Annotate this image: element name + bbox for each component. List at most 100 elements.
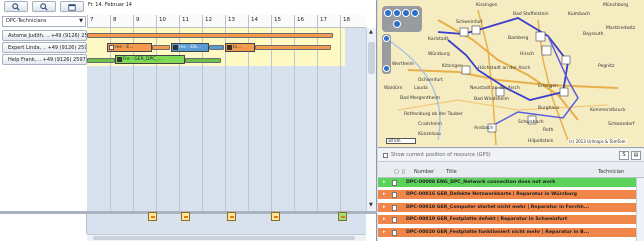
- map-place-label: Schwandorf: [608, 122, 635, 127]
- scrollbar-thumb[interactable]: [368, 42, 375, 74]
- job-icon[interactable]: [338, 212, 347, 221]
- map-place-label: Schweinfurt: [456, 20, 483, 25]
- horizontal-scrollbar[interactable]: [87, 234, 366, 241]
- map-place-label: Neustadt an der Aisch: [470, 86, 520, 91]
- hour-label: 18: [340, 15, 366, 28]
- schedule-grid[interactable]: res - E... res - EN... In... Fre - GER_D…: [87, 28, 366, 211]
- task-label: res - EN...: [179, 45, 201, 50]
- job-row[interactable]: ▸ DPC-00016 GER_Defekte Netzwerkkarte | R…: [378, 190, 644, 201]
- map-place-label: Lauda: [414, 86, 428, 91]
- hour-label: 16: [294, 15, 317, 28]
- resource-row[interactable]: Help Frank, .. +49 (9126) 25979: [2, 54, 87, 65]
- job-title: DPC-00008 ENG_DPC_Network connection doe…: [406, 180, 556, 185]
- availability-bar[interactable]: [87, 58, 115, 63]
- grid-line: [202, 28, 203, 211]
- task-block[interactable]: res - EN...: [171, 43, 209, 52]
- map-place-label: Hilpoltstein: [528, 139, 554, 144]
- document-icon: [392, 180, 397, 186]
- gps-checkbox[interactable]: [383, 153, 388, 158]
- column-number[interactable]: Number: [414, 169, 434, 175]
- task-block[interactable]: In...: [225, 43, 255, 52]
- zoom-out-icon: [40, 2, 48, 11]
- map-place-label: Kulmbach: [568, 12, 591, 17]
- map-pan-controls: [382, 6, 422, 32]
- map-place-label: Burghaus: [538, 106, 560, 111]
- document-icon: [392, 229, 397, 236]
- job-icon[interactable]: [271, 212, 280, 221]
- pan-up-icon[interactable]: [393, 9, 401, 17]
- map-place-label: Crailsheim: [418, 122, 442, 127]
- task-icon: [117, 57, 122, 62]
- document-icon: [392, 217, 397, 224]
- job-row[interactable]: ▸ DPC-00019 GER_Festplatte defekt | Repar…: [378, 215, 644, 226]
- task-icon: [109, 45, 114, 50]
- map-copyright: (c) 2013 Urlmaps & TomTom: [568, 139, 627, 144]
- timeline-header: 7 8 9 10 11 12 13 14 15 16 17 18: [87, 15, 366, 28]
- pan-left-icon[interactable]: [384, 9, 392, 17]
- zoom-in-button[interactable]: [4, 1, 28, 12]
- scrollbar-thumb[interactable]: [93, 236, 355, 240]
- document-icon: [392, 204, 397, 211]
- job-icon[interactable]: [148, 212, 157, 221]
- hour-label: 8: [110, 15, 133, 28]
- map-options-icon[interactable]: ▤: [631, 151, 641, 160]
- job-title: DPC-00020 GER_Festplatte funktioniert ni…: [406, 229, 590, 235]
- column-technician[interactable]: Technician: [598, 169, 624, 175]
- map-place-label: Hirsch: [520, 52, 535, 57]
- hour-label: 15: [271, 15, 294, 28]
- resource-row[interactable]: Expert Linda, .. +49 (9126) 2597: [2, 42, 87, 53]
- search-icon[interactable]: S: [619, 151, 629, 160]
- attachment-icon: ▯: [402, 169, 405, 175]
- job-icon[interactable]: [227, 212, 236, 221]
- expand-icon[interactable]: ▸: [383, 203, 386, 212]
- expand-icon[interactable]: ▸: [383, 228, 386, 237]
- resource-group-select[interactable]: DPC-Technicians ▼: [2, 16, 86, 27]
- task-block[interactable]: Fre - GER_DPC_...: [115, 55, 185, 64]
- center-map-icon[interactable]: [393, 20, 401, 28]
- availability-bar[interactable]: [255, 45, 331, 50]
- scroll-up-icon[interactable]: ▲: [369, 29, 373, 35]
- pan-right-icon[interactable]: [402, 9, 410, 17]
- map-place-label: Bad Windsheim: [474, 97, 510, 102]
- map-place-label: Ansbach: [474, 126, 494, 131]
- map-place-label: Würzburg: [428, 52, 450, 57]
- current-date-label: Fr. 14. Februar 14: [88, 2, 132, 8]
- job-row[interactable]: ▸ DPC-00020 GER_Festplatte funktioniert n…: [378, 227, 644, 238]
- expand-icon[interactable]: ▸: [383, 215, 386, 224]
- expand-icon[interactable]: ▸: [383, 178, 386, 187]
- map-view[interactable]: Kissingen Münchberg Bad Staffelstein Kul…: [378, 0, 644, 148]
- job-row[interactable]: ▸ DPC-00008 ENG_DPC_Network connection do…: [378, 178, 644, 188]
- map-place-label: Bayreuth: [583, 32, 604, 37]
- resource-row[interactable]: Astome Judith, .. +49 (9126) 259: [2, 30, 87, 41]
- vertical-scrollbar[interactable]: ▲ ▼: [366, 28, 376, 211]
- job-list: ▢ ▯ Number Title Technician ▸ DPC-00008 E…: [378, 166, 644, 241]
- availability-bar[interactable]: [185, 58, 221, 63]
- travel-bar[interactable]: [152, 45, 170, 50]
- resource-group-value: DPC-Technicians: [6, 18, 47, 24]
- job-icon[interactable]: [181, 212, 190, 221]
- calendar-button[interactable]: [60, 1, 84, 12]
- map-zoom-out-icon[interactable]: [383, 65, 390, 72]
- availability-bar[interactable]: [87, 33, 333, 38]
- travel-bar[interactable]: [209, 45, 224, 50]
- pan-down-icon[interactable]: [411, 9, 419, 17]
- zoom-in-icon: [12, 2, 20, 11]
- job-list-scrollbar[interactable]: [636, 178, 644, 241]
- grid-line: [317, 28, 318, 211]
- scroll-down-icon[interactable]: ▼: [369, 202, 373, 208]
- map-place-label: Waldürn: [384, 86, 403, 91]
- expand-icon[interactable]: ▸: [383, 190, 386, 199]
- task-icon: [227, 45, 232, 50]
- map-zoom-in-icon[interactable]: [383, 35, 390, 42]
- unassigned-label-area: [0, 214, 87, 234]
- zoom-out-button[interactable]: [32, 1, 56, 12]
- unassigned-jobs-grid[interactable]: [87, 212, 366, 234]
- job-row[interactable]: ▸ DPC-00018 GER_Computer startet nicht me…: [378, 202, 644, 213]
- map-zoom-slider[interactable]: [382, 34, 391, 74]
- job-title: DPC-00016 GER_Defekte Netzwerkkarte | Re…: [406, 192, 578, 198]
- document-icon: ▢: [394, 169, 399, 175]
- task-block[interactable]: res - E...: [107, 43, 152, 52]
- column-title[interactable]: Title: [446, 169, 457, 175]
- hour-label: 17: [317, 15, 340, 28]
- map-place-label: Schwabach: [518, 120, 544, 125]
